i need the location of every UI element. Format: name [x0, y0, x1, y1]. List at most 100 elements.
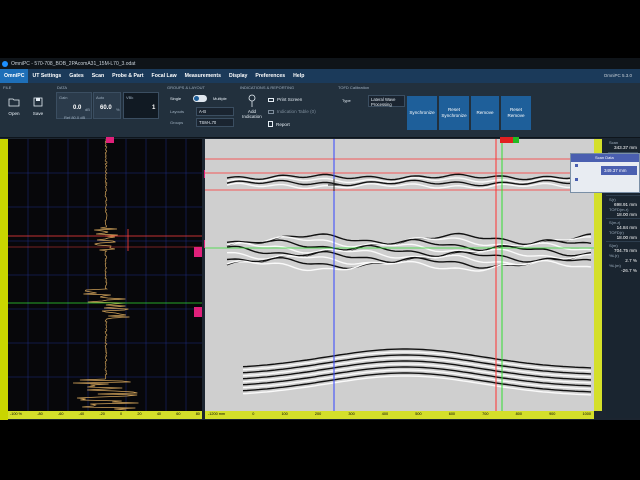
- readout-value: 343.37 mm: [614, 145, 637, 150]
- save-label: Save: [32, 111, 44, 116]
- ascan-tick: -80: [37, 412, 43, 416]
- vel-label: VBk: [126, 95, 134, 100]
- popup-value: 349.37 mm: [601, 166, 637, 175]
- menu-preferences[interactable]: Preferences: [251, 73, 289, 79]
- tofd-type-select[interactable]: Lateral Wave Processing: [368, 95, 405, 107]
- menu-focal-law[interactable]: Focal Law: [148, 73, 181, 79]
- groups-select[interactable]: TSM-L70: [196, 118, 234, 127]
- velocity-control[interactable]: VBk 1: [123, 92, 159, 119]
- scan-data-popup[interactable]: Scan Data 349.37 mm: [570, 153, 640, 193]
- ascan-view[interactable]: [8, 139, 202, 411]
- scan-cursor-handle-green[interactable]: [513, 137, 519, 143]
- file-section-title: FILE: [3, 85, 12, 90]
- ascan-tick: -100 %: [10, 412, 23, 416]
- ascan-tick: -40: [78, 412, 85, 416]
- indication-table-button[interactable]: Indication Table (0): [268, 109, 316, 114]
- app-logo-icon: [2, 60, 8, 67]
- report-icon: [268, 121, 273, 127]
- bscan-tick: 100: [281, 412, 288, 416]
- ascan-left-axis: [0, 139, 8, 420]
- readout-value: -26.7 %: [621, 268, 637, 273]
- single-label: Single: [170, 96, 182, 101]
- readout-value: 18.00 mm: [616, 212, 637, 217]
- readout-value: 18.00 mm: [616, 235, 637, 240]
- menu-help[interactable]: Help: [289, 73, 308, 79]
- gain-control[interactable]: Gain 0.0 dB Ref 80.0 dB: [56, 92, 92, 120]
- save-button[interactable]: Save: [28, 97, 48, 116]
- ascan-tick: 60: [176, 412, 181, 416]
- gate-handle[interactable]: [194, 307, 202, 317]
- tofd-type-label: Type: [342, 98, 351, 103]
- open-label: Open: [8, 111, 20, 116]
- bscan-tick: 300: [348, 412, 355, 416]
- indication-pin-icon: [248, 94, 256, 107]
- ref-gain: Ref 80.0 dB: [64, 115, 86, 120]
- gain-unit: dB: [85, 107, 90, 112]
- menu-probe-part[interactable]: Probe & Part: [108, 73, 147, 79]
- printer-icon: [268, 97, 274, 102]
- popup-marker-icon: [575, 178, 578, 181]
- bscan-tick: 0: [252, 412, 255, 416]
- bscan-tick: 600: [448, 412, 456, 416]
- multiple-label: Multiple: [213, 96, 227, 101]
- menu-omnipc[interactable]: OmniPC: [0, 69, 29, 83]
- groups-section-title: GROUPS & LAYOUT: [167, 85, 205, 90]
- folder-icon: [8, 98, 20, 107]
- toggle-knob: [194, 96, 199, 101]
- layout-toggle[interactable]: [193, 95, 207, 102]
- tofd-section-title: TOFD Calibration: [338, 85, 370, 90]
- ribbon: FILE Open Save DATA Gain 0.0 dB Ref 80.0…: [0, 83, 640, 138]
- menu-scan[interactable]: Scan: [88, 73, 108, 79]
- gain-label: Gain: [59, 95, 68, 100]
- save-icon: [33, 97, 43, 107]
- reset-synchronize-button[interactable]: Reset Synchronize: [439, 96, 469, 130]
- ascan-tick: 80: [195, 412, 200, 416]
- auto-unit: %: [116, 107, 120, 112]
- ascan-waveform: [8, 139, 202, 411]
- report-button[interactable]: Report: [268, 121, 290, 127]
- menu-ut-settings[interactable]: UT Settings: [28, 73, 65, 79]
- ascan-cursor-handle[interactable]: [106, 137, 114, 143]
- groups-label: Groups: [170, 120, 184, 125]
- ascan-bottom-axis: -100 % -80 -60 -40 -20 0 20 40 60 80: [8, 411, 202, 419]
- gate-handle[interactable]: [194, 247, 202, 257]
- title-bar: OmniPC - 570-708_BOB_2PAcomA31_15M-L70_3…: [0, 58, 640, 69]
- table-icon: [268, 109, 274, 114]
- indication-table-label: Indication Table (0): [277, 109, 316, 114]
- app-window: OmniPC - 570-708_BOB_2PAcomA31_15M-L70_3…: [0, 58, 640, 420]
- ascan-tick: 40: [156, 412, 162, 416]
- ascan-tick: 20: [137, 412, 142, 416]
- popup-marker-icon: [575, 164, 578, 167]
- bscan-tick: 800: [515, 412, 522, 416]
- bscan-tick: 200: [314, 412, 322, 416]
- layouts-label: Layouts: [170, 109, 185, 114]
- indications-section-title: INDICATIONS & REPORTING: [240, 85, 295, 90]
- print-screen-label: Print Screen: [277, 97, 303, 102]
- remove-button[interactable]: Remove: [471, 96, 499, 130]
- menu-display[interactable]: Display: [225, 73, 251, 79]
- synchronize-button[interactable]: Synchronize: [407, 96, 437, 130]
- bscan-tick: -1200 mm: [208, 412, 226, 416]
- bscan-tick: 400: [381, 412, 389, 416]
- tofd-bscan-image: [205, 139, 594, 411]
- menu-bar: OmniPC UT Settings Gates Scan Probe & Pa…: [0, 69, 640, 83]
- version-label: OmniPC 5.3.0: [603, 73, 632, 78]
- bscan-bottom-axis: -1200 mm 0 100 200 300 400 500 600 700 8…: [205, 411, 594, 419]
- bscan-tick: 700: [482, 412, 489, 416]
- reset-remove-button[interactable]: Reset Remove: [501, 96, 531, 130]
- data-section-title: DATA: [57, 85, 68, 90]
- bscan-view[interactable]: [205, 139, 594, 411]
- layouts-select[interactable]: A-B: [196, 107, 234, 116]
- bscan-tick: 900: [549, 412, 556, 416]
- print-screen-button[interactable]: Print Screen: [268, 97, 302, 102]
- auto-value: 60.0: [100, 105, 112, 111]
- auto-label: Auto: [96, 95, 105, 100]
- gain-value: 0.0: [73, 105, 82, 111]
- menu-gates[interactable]: Gates: [65, 73, 87, 79]
- open-button[interactable]: Open: [4, 97, 24, 116]
- menu-measurements[interactable]: Measurements: [181, 73, 225, 79]
- auto-gain-control[interactable]: Auto 60.0 %: [93, 92, 121, 119]
- add-indication-button[interactable]: Add Indication: [239, 94, 265, 119]
- ascan-tick: 0: [120, 412, 123, 416]
- vel-value: 1: [152, 105, 156, 111]
